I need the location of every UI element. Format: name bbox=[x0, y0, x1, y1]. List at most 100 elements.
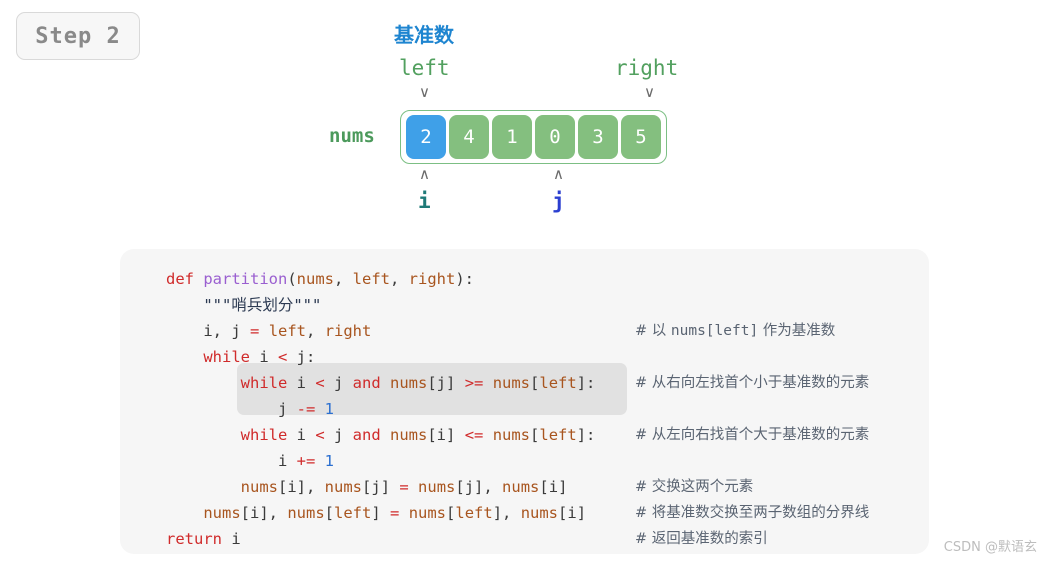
code-token: ] bbox=[380, 478, 400, 496]
code-token: j bbox=[334, 426, 353, 444]
code-token: nums bbox=[390, 426, 428, 444]
code-token: nums bbox=[492, 426, 531, 444]
right-pointer-label: right bbox=[615, 56, 679, 80]
code-token: i bbox=[287, 478, 297, 496]
code-comment: # 从右向左找首个小于基准数的元素 bbox=[635, 375, 870, 391]
code-line: i, j = left, right # 以 nums[left] 作为基准数 bbox=[120, 318, 929, 344]
code-token: = bbox=[390, 504, 409, 522]
code-token: and bbox=[352, 426, 390, 444]
code-token: j bbox=[334, 374, 353, 392]
code-token: = bbox=[250, 322, 269, 340]
code-token: left bbox=[539, 374, 577, 392]
code-line: return i # 返回基准数的索引 bbox=[120, 526, 929, 552]
code-token: [ bbox=[539, 478, 549, 496]
code-token: i bbox=[203, 322, 213, 340]
code-token: [ bbox=[362, 478, 372, 496]
code-token: nums bbox=[520, 504, 559, 522]
code-line-text: return i bbox=[166, 526, 241, 552]
code-line-text: while i < j and nums[i] <= nums[left]: bbox=[166, 422, 596, 448]
code-token: [ bbox=[530, 426, 540, 444]
code-token: j bbox=[231, 322, 251, 340]
code-token: left bbox=[455, 504, 493, 522]
j-caret-icon: ∧ bbox=[553, 165, 564, 183]
code-token: += bbox=[296, 452, 325, 470]
code-token: : bbox=[306, 348, 316, 366]
code-lines-container: def partition(nums, left, right): """哨兵划… bbox=[120, 249, 929, 552]
code-token: ]: bbox=[576, 374, 596, 392]
code-token: < bbox=[315, 374, 334, 392]
code-token: nums bbox=[240, 478, 278, 496]
code-token: j bbox=[296, 348, 307, 366]
code-comment-mono: nums[left] bbox=[670, 323, 759, 339]
code-token: while bbox=[240, 426, 297, 444]
array-cell-1: 4 bbox=[449, 115, 489, 159]
code-token: while bbox=[203, 348, 260, 366]
code-token: [ bbox=[324, 504, 335, 522]
code-line: while i < j and nums[j] >= nums[left]: # … bbox=[120, 370, 929, 396]
array-cell-3: 0 bbox=[535, 115, 575, 159]
code-token: ] bbox=[371, 504, 391, 522]
pivot-label: 基准数 bbox=[394, 23, 454, 47]
code-token: ]: bbox=[576, 426, 596, 444]
code-token: nums bbox=[492, 374, 531, 392]
code-token: < bbox=[278, 348, 297, 366]
code-line-text: def partition(nums, left, right): bbox=[166, 266, 474, 292]
code-token: nums bbox=[502, 478, 540, 496]
i-caret-icon: ∧ bbox=[419, 165, 430, 183]
code-token: , bbox=[334, 270, 353, 288]
code-line: """哨兵划分""" bbox=[120, 292, 929, 318]
code-line: while i < j and nums[i] <= nums[left]: # … bbox=[120, 422, 929, 448]
code-token: ], bbox=[259, 504, 288, 522]
i-pointer-label: i bbox=[418, 189, 431, 213]
nums-array-label: nums bbox=[329, 125, 375, 147]
array-container: 241035 bbox=[400, 110, 667, 164]
code-comment: # 返回基准数的索引 bbox=[635, 531, 768, 547]
code-token: and bbox=[352, 374, 390, 392]
code-token: nums bbox=[324, 478, 362, 496]
code-token: nums bbox=[390, 374, 428, 392]
code-line-text: while i < j: bbox=[166, 344, 315, 370]
code-line: i += 1 bbox=[120, 448, 929, 474]
code-token: ): bbox=[455, 270, 475, 288]
code-comment: # 以 nums[left] 作为基准数 bbox=[635, 323, 836, 339]
code-token: left bbox=[539, 426, 577, 444]
code-comment: # 从左向右找首个大于基准数的元素 bbox=[635, 427, 870, 443]
code-token: ] bbox=[446, 426, 465, 444]
code-token: [ bbox=[558, 504, 568, 522]
array-cell-5: 5 bbox=[621, 115, 661, 159]
code-token: [ bbox=[240, 504, 250, 522]
code-token: left bbox=[352, 270, 390, 288]
code-token: nums bbox=[287, 504, 325, 522]
code-comment: # 将基准数交换至两子数组的分界线 bbox=[635, 505, 870, 521]
code-token: ] bbox=[576, 504, 587, 522]
code-token: i bbox=[231, 530, 241, 548]
code-token: ( bbox=[287, 270, 297, 288]
code-token: nums bbox=[203, 504, 241, 522]
code-token: -= bbox=[296, 400, 325, 418]
code-token: j bbox=[277, 400, 297, 418]
code-token: i bbox=[259, 348, 278, 366]
code-token: nums bbox=[408, 504, 447, 522]
code-token: [ bbox=[455, 478, 465, 496]
code-token: partition bbox=[203, 270, 288, 288]
code-token: nums bbox=[296, 270, 334, 288]
code-token: i bbox=[277, 452, 297, 470]
array-cell-0: 2 bbox=[406, 115, 446, 159]
j-pointer-label: j bbox=[552, 189, 565, 213]
code-line-text: j -= 1 bbox=[166, 396, 334, 422]
code-token: left bbox=[268, 322, 307, 340]
code-token: j bbox=[436, 374, 447, 392]
code-token: < bbox=[315, 426, 334, 444]
code-token: [ bbox=[277, 478, 288, 496]
code-token: = bbox=[399, 478, 419, 496]
code-token: """哨兵划分""" bbox=[203, 296, 322, 314]
code-line-text: nums[i], nums[j] = nums[j], nums[i] bbox=[166, 474, 568, 500]
left-pointer-label: left bbox=[399, 56, 450, 80]
code-token: 1 bbox=[324, 400, 334, 418]
code-line: j -= 1 bbox=[120, 396, 929, 422]
code-token: i bbox=[548, 478, 559, 496]
array-cell-4: 3 bbox=[578, 115, 618, 159]
code-token: ], bbox=[492, 504, 521, 522]
code-block: def partition(nums, left, right): """哨兵划… bbox=[120, 249, 929, 554]
code-token: ], bbox=[474, 478, 503, 496]
